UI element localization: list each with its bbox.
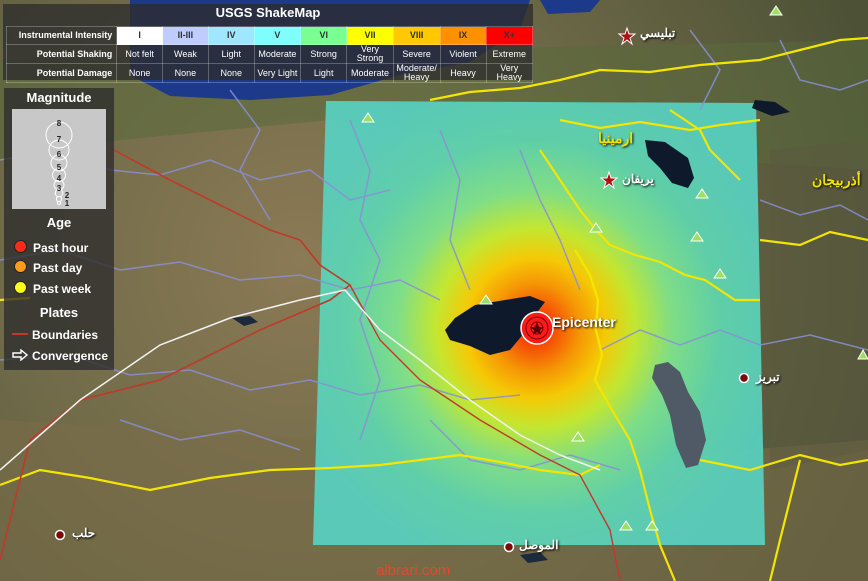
epicenter-marker[interactable] (520, 311, 554, 345)
convergence-label: Convergence (32, 349, 109, 363)
damage-cell: Very Heavy (485, 63, 534, 83)
convergence-arrow-icon (12, 348, 29, 362)
intensity-cell: I (116, 26, 164, 45)
boundary-line-icon (12, 333, 28, 335)
city-label-tabriz: تبريز (756, 370, 780, 384)
age-past-hour: Past hour (14, 240, 88, 255)
row-label-damage: Potential Damage (5, 63, 118, 83)
intensity-cell: VI (300, 26, 348, 45)
shaking-cell: Severe (392, 44, 441, 64)
region-label-azerbaijan: أذربيجان (812, 172, 861, 188)
row-label-intensity: Instrumental Intensity (5, 26, 118, 45)
shakemap-table: Instrumental Intensity I II-III IV V VI … (5, 26, 534, 83)
legend-convergence: Convergence (12, 348, 109, 363)
intensity-cell: X+ (485, 26, 534, 45)
magnitude-label: 4 (57, 174, 62, 183)
city-label-aleppo: حلب (72, 526, 96, 540)
age-dot (14, 240, 27, 253)
magnitude-label: 8 (57, 119, 62, 128)
region-label-armenia: ارمينيا (598, 130, 634, 146)
magnitude-title: Magnitude (26, 90, 92, 105)
damage-cell: Very Light (253, 63, 302, 83)
row-label-shaking: Potential Shaking (5, 44, 118, 64)
damage-cell: Moderate/ Heavy (392, 63, 441, 83)
age-dot (14, 260, 27, 273)
shaking-cell: Violent (439, 44, 487, 64)
magnitude-label: 5 (57, 163, 62, 172)
damage-cell: None (162, 63, 209, 83)
intensity-cell: VII (346, 26, 394, 45)
map-legend: Magnitude 8 7 6 5 4 3 2 1 Age Past hour … (4, 88, 114, 370)
plates-title: Plates (39, 305, 79, 320)
damage-cell: None (116, 63, 164, 83)
damage-cell: Heavy (439, 63, 487, 83)
age-past-week: Past week (14, 281, 91, 296)
shaking-cell: Light (207, 44, 255, 64)
age-title: Age (46, 215, 72, 230)
map-canvas[interactable] (0, 0, 868, 581)
intensity-cell: V (253, 26, 302, 45)
intensity-cell: IX (439, 26, 487, 45)
intensity-cell: IV (207, 26, 255, 45)
shaking-cell: Extreme (485, 44, 534, 64)
magnitude-scale: 8 7 6 5 4 3 2 1 (12, 109, 106, 209)
shaking-cell: Very Strong (346, 44, 394, 64)
damage-cell: Light (300, 63, 348, 83)
age-label: Past hour (33, 241, 89, 255)
age-past-day: Past day (14, 260, 82, 275)
age-dot (14, 281, 27, 294)
magnitude-label: 1 (65, 199, 70, 208)
intensity-cell: VIII (392, 26, 441, 45)
age-label: Past day (33, 261, 83, 275)
intensity-cell: II-III (162, 26, 209, 45)
damage-cell: Moderate (346, 63, 394, 83)
epicenter-label: Epicenter (552, 314, 616, 330)
legend-boundaries: Boundaries (12, 328, 98, 342)
damage-cell: None (207, 63, 255, 83)
shaking-cell: Strong (300, 44, 348, 64)
shaking-cell: Not felt (116, 44, 164, 64)
intensity-row: Instrumental Intensity I II-III IV V VI … (5, 26, 534, 45)
city-label-yerevan: يريفان (622, 172, 654, 186)
terrain-east (770, 140, 868, 470)
city-label-mosul: الموصل (519, 538, 559, 552)
shaking-cell: Moderate (253, 44, 302, 64)
magnitude-label: 6 (57, 150, 62, 159)
boundaries-label: Boundaries (32, 328, 99, 342)
shakemap-legend: USGS ShakeMap Instrumental Intensity I I… (3, 4, 534, 83)
age-label: Past week (33, 282, 92, 296)
magnitude-label: 7 (57, 135, 62, 144)
shaking-cell: Weak (162, 44, 209, 64)
watermark: albrari.com (376, 562, 451, 579)
shaking-row: Potential Shaking Not felt Weak Light Mo… (5, 44, 534, 64)
magnitude-label: 3 (57, 184, 62, 193)
city-label-tbilisi: تبليسي (640, 26, 676, 40)
damage-row: Potential Damage None None None Very Lig… (5, 63, 534, 83)
shakemap-title: USGS ShakeMap (215, 5, 321, 20)
